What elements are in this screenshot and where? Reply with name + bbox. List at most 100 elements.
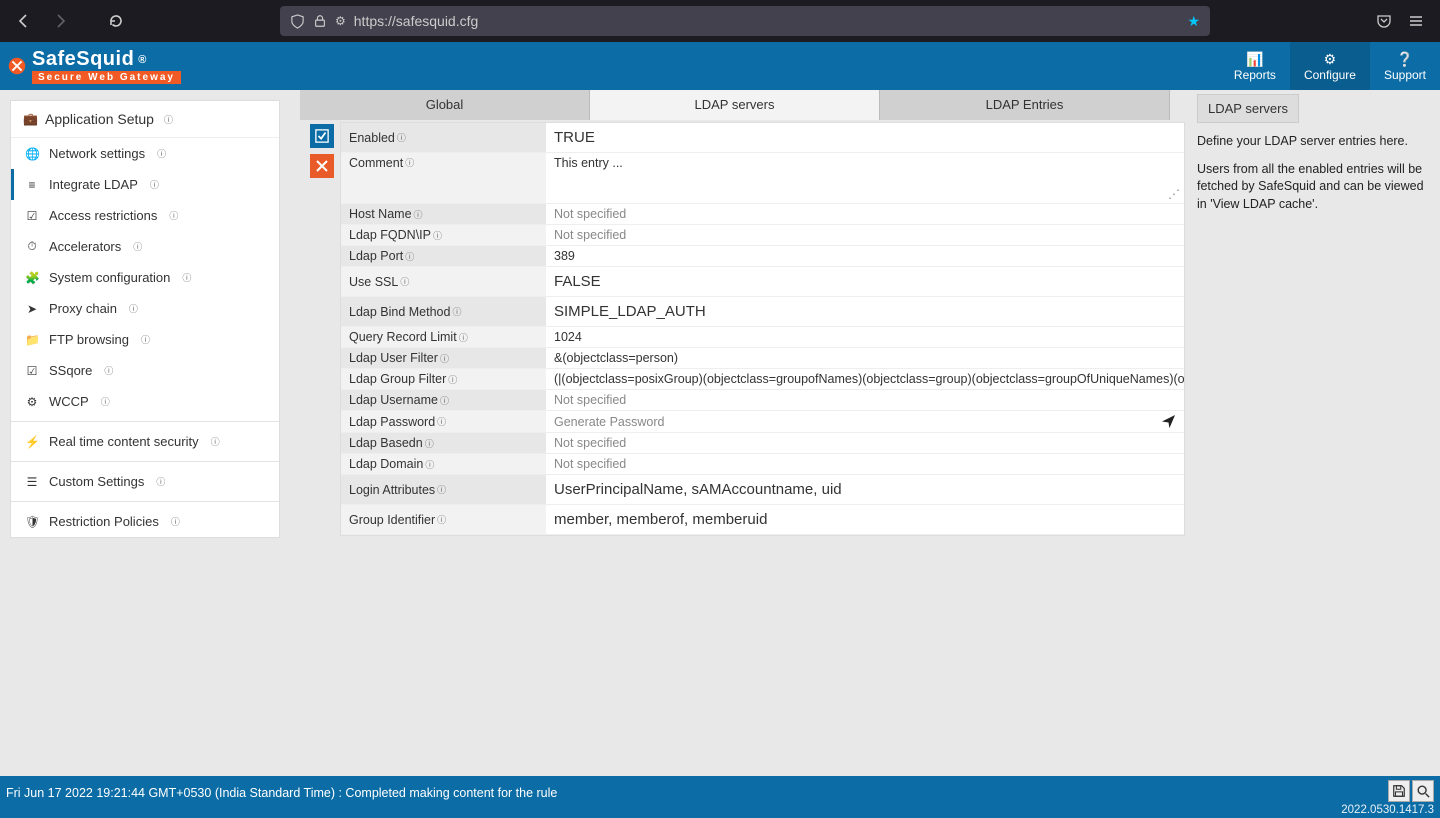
field-enabled[interactable]: TRUE	[546, 123, 1184, 152]
sidebar-item-label: Real time content security	[49, 434, 199, 449]
sidebar-item-ldap[interactable]: ≡Integrate LDAPⓘ	[11, 169, 279, 200]
field-ufilter[interactable]: &(objectclass=person)	[546, 348, 1184, 368]
hamburger-menu-icon[interactable]	[1402, 7, 1430, 35]
nav-configure[interactable]: ⚙ Configure	[1290, 42, 1370, 90]
reload-button[interactable]	[102, 7, 130, 35]
help-icon: ❔	[1396, 52, 1413, 66]
sidebar-item-custom[interactable]: ☰Custom Settingsⓘ	[11, 466, 279, 497]
info-icon[interactable]: ⓘ	[448, 373, 457, 386]
sidebar-item-sysconf[interactable]: 🧩System configurationⓘ	[11, 262, 279, 293]
field-gfilter[interactable]: (|(objectclass=posixGroup)(objectclass=g…	[546, 369, 1184, 389]
label-enabled: Enabled	[349, 131, 395, 145]
sidebar-item-wccp[interactable]: ⚙WCCPⓘ	[11, 386, 279, 417]
info-icon[interactable]: ⓘ	[452, 305, 461, 318]
pocket-icon[interactable]	[1370, 7, 1398, 35]
field-bind[interactable]: SIMPLE_LDAP_AUTH	[546, 297, 1184, 326]
field-ssl[interactable]: FALSE	[546, 267, 1184, 296]
info-icon[interactable]: ⓘ	[169, 209, 178, 222]
sidebar-item-realtime[interactable]: ⚡Real time content securityⓘ	[11, 426, 279, 457]
delete-entry-button[interactable]	[310, 154, 334, 178]
info-icon[interactable]: ⓘ	[425, 437, 434, 450]
sidebar-item-label: Custom Settings	[49, 474, 144, 489]
info-icon[interactable]: ⓘ	[141, 333, 150, 346]
permissions-icon: ⚙	[335, 14, 346, 28]
info-icon[interactable]: ⓘ	[164, 113, 173, 126]
chart-icon: 📊	[1246, 52, 1263, 66]
tab-ldap-servers[interactable]: LDAP servers	[590, 90, 880, 120]
save-entry-button[interactable]	[310, 124, 334, 148]
sidebar-item-proxy[interactable]: ➤Proxy chainⓘ	[11, 293, 279, 324]
info-icon[interactable]: ⓘ	[437, 415, 446, 428]
info-icon[interactable]: ⓘ	[133, 240, 142, 253]
forward-button[interactable]	[46, 7, 74, 35]
info-icon[interactable]: ⓘ	[150, 178, 159, 191]
info-icon[interactable]: ⓘ	[182, 271, 191, 284]
field-basedn[interactable]: Not specified	[546, 433, 1184, 453]
field-port[interactable]: 389	[546, 246, 1184, 266]
field-qlimit[interactable]: 1024	[546, 327, 1184, 347]
send-icon[interactable]	[1161, 414, 1176, 429]
info-icon[interactable]: ⓘ	[459, 331, 468, 344]
tabs: Global LDAP servers LDAP Entries	[300, 90, 1170, 120]
sidebar-item-network[interactable]: 🌐Network settingsⓘ	[11, 138, 279, 169]
sidebar-item-accel[interactable]: ⏱Acceleratorsⓘ	[11, 231, 279, 262]
field-uname[interactable]: Not specified	[546, 390, 1184, 410]
sidebar-item-ssqore[interactable]: ☑ SSqore ⓘ	[11, 355, 279, 386]
bookmark-star-icon[interactable]: ★	[1187, 13, 1200, 30]
label-fqdn: Ldap FQDN\IP	[349, 228, 431, 242]
info-icon[interactable]: ⓘ	[104, 364, 113, 377]
sidebar-item-label: SSqore	[49, 363, 92, 378]
label-gid: Group Identifier	[349, 513, 435, 527]
check-icon: ☑	[25, 209, 39, 223]
sidebar-item-restriction[interactable]: 🛡Restriction Policiesⓘ	[11, 506, 279, 537]
info-icon[interactable]: ⓘ	[129, 302, 138, 315]
sidebar-title-text: Application Setup	[45, 111, 154, 127]
nav-reports[interactable]: 📊 Reports	[1220, 42, 1290, 90]
sidebar-title[interactable]: 💼 Application Setup ⓘ	[11, 101, 279, 138]
field-comment[interactable]: This entry ...⋰	[546, 153, 1184, 203]
info-icon[interactable]: ⓘ	[397, 131, 406, 144]
tab-ldap-entries[interactable]: LDAP Entries	[880, 90, 1170, 120]
info-icon[interactable]: ⓘ	[437, 483, 446, 496]
field-hostname[interactable]: Not specified	[546, 204, 1184, 224]
url-bar[interactable]: ⚙ https://safesquid.cfg ★	[280, 6, 1210, 36]
field-fqdn[interactable]: Not specified	[546, 225, 1184, 245]
info-icon[interactable]: ⓘ	[405, 250, 414, 263]
info-icon[interactable]: ⓘ	[211, 435, 220, 448]
sidebar-item-ftp[interactable]: 📁FTP browsingⓘ	[11, 324, 279, 355]
folder-icon: 📁	[25, 333, 39, 347]
sidebar-item-access[interactable]: ☑Access restrictionsⓘ	[11, 200, 279, 231]
resize-handle-icon[interactable]: ⋰	[1168, 187, 1180, 201]
label-domain: Ldap Domain	[349, 457, 423, 471]
status-text: Fri Jun 17 2022 19:21:44 GMT+0530 (India…	[6, 786, 557, 800]
nav-support[interactable]: ❔ Support	[1370, 42, 1440, 90]
search-config-button[interactable]	[1412, 780, 1434, 802]
info-icon[interactable]: ⓘ	[101, 395, 110, 408]
info-icon[interactable]: ⓘ	[414, 208, 423, 221]
field-domain[interactable]: Not specified	[546, 454, 1184, 474]
save-config-button[interactable]	[1388, 780, 1410, 802]
gear-icon: ⚙	[25, 395, 39, 409]
field-pwd[interactable]: Generate Password	[546, 411, 1184, 432]
info-icon[interactable]: ⓘ	[157, 147, 166, 160]
info-icon[interactable]: ⓘ	[433, 229, 442, 242]
field-gid[interactable]: member, memberof, memberuid	[546, 505, 1184, 534]
info-icon[interactable]: ⓘ	[440, 394, 449, 407]
field-login[interactable]: UserPrincipalName, sAMAccountname, uid	[546, 475, 1184, 504]
logo-icon	[6, 55, 28, 77]
label-comment: Comment	[349, 156, 403, 170]
info-icon[interactable]: ⓘ	[156, 475, 165, 488]
info-icon[interactable]: ⓘ	[425, 458, 434, 471]
info-icon[interactable]: ⓘ	[400, 275, 409, 288]
label-hostname: Host Name	[349, 207, 412, 221]
info-icon[interactable]: ⓘ	[437, 513, 446, 526]
info-icon[interactable]: ⓘ	[440, 352, 449, 365]
check-icon: ☑	[25, 364, 39, 378]
sidebar-item-label: Integrate LDAP	[49, 177, 138, 192]
tab-global[interactable]: Global	[300, 90, 590, 120]
lock-icon	[313, 14, 327, 28]
label-basedn: Ldap Basedn	[349, 436, 423, 450]
info-icon[interactable]: ⓘ	[405, 156, 414, 169]
info-icon[interactable]: ⓘ	[171, 515, 180, 528]
back-button[interactable]	[10, 7, 38, 35]
